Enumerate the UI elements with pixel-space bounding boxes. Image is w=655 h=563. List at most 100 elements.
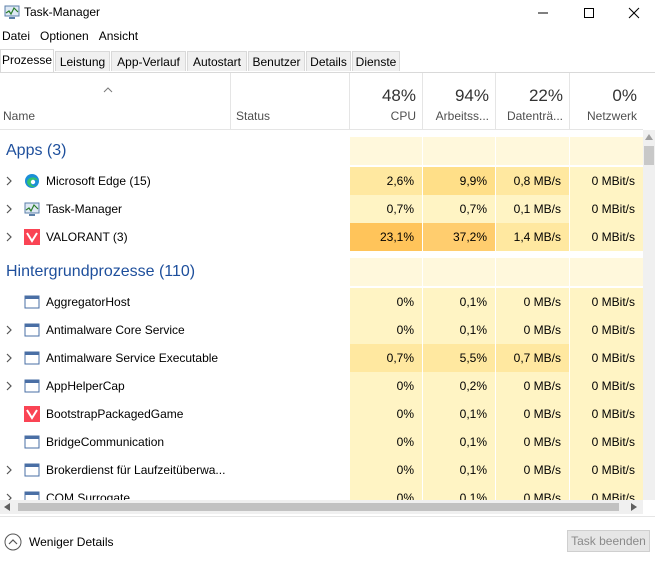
app-window-icon: [24, 295, 40, 309]
process-name: COM Surrogate: [46, 491, 131, 500]
menu-datei[interactable]: Datei: [0, 27, 36, 47]
valorant-icon: [24, 406, 40, 422]
chevron-right-icon[interactable]: [4, 493, 14, 500]
disk-cell: 0 MB/s: [495, 316, 569, 344]
network-cell: 0 MBit/s: [569, 428, 643, 456]
memory-cell: 0,1%: [422, 316, 495, 344]
table-row[interactable]: Task-Manager 0,7% 0,7% 0,1 MB/s 0 MBit/s: [0, 195, 643, 223]
disk-cell: 0,1 MB/s: [495, 195, 569, 223]
cpu-label: CPU: [390, 109, 416, 123]
menu-optionen[interactable]: Optionen: [38, 27, 95, 47]
table-row[interactable]: Microsoft Edge (15) 2,6% 9,9% 0,8 MB/s 0…: [0, 167, 643, 195]
memory-cell: 9,9%: [422, 167, 495, 195]
chevron-right-icon[interactable]: [4, 325, 14, 335]
process-name: Antimalware Core Service: [46, 323, 185, 337]
memory-cell: 0,1%: [422, 484, 495, 500]
table-row[interactable]: Antimalware Core Service 0% 0,1% 0 MB/s …: [0, 316, 643, 344]
vertical-scrollbar[interactable]: [643, 130, 655, 500]
end-task-button[interactable]: Task beenden: [567, 530, 650, 552]
process-name: Microsoft Edge (15): [46, 174, 151, 188]
tab-details[interactable]: Details: [306, 51, 351, 71]
tab-autostart[interactable]: Autostart: [187, 51, 247, 71]
sort-up-icon: [103, 87, 113, 93]
memory-label: Arbeitss...: [435, 109, 489, 123]
fewer-details-button[interactable]: Weniger Details: [4, 532, 113, 552]
menu-ansicht[interactable]: Ansicht: [97, 27, 144, 47]
group-title-apps: Apps (3): [6, 142, 67, 159]
column-status-label: Status: [236, 109, 271, 123]
close-button[interactable]: [612, 0, 655, 26]
table-row[interactable]: VALORANT (3) 23,1% 37,2% 1,4 MB/s 0 MBit…: [0, 223, 643, 251]
network-cell: [569, 137, 643, 165]
table-row[interactable]: BootstrapPackagedGame 0% 0,1% 0 MB/s 0 M…: [0, 400, 643, 428]
tab-benutzer[interactable]: Benutzer: [248, 51, 305, 71]
scroll-right-arrow-icon[interactable]: [631, 503, 637, 511]
group-row-background[interactable]: Hintergrundprozesse (110): [0, 258, 643, 286]
group-row-apps[interactable]: Apps (3): [0, 137, 643, 165]
table-row[interactable]: AppHelperCap 0% 0,2% 0 MB/s 0 MBit/s: [0, 372, 643, 400]
tab-leistung[interactable]: Leistung: [55, 51, 110, 71]
table-row[interactable]: Antimalware Service Executable 0,7% 5,5%…: [0, 344, 643, 372]
memory-cell: 0,2%: [422, 372, 495, 400]
chevron-right-icon[interactable]: [4, 353, 14, 363]
column-memory[interactable]: 94% Arbeitss...: [422, 73, 495, 129]
collapse-circle-icon: [4, 533, 22, 551]
chevron-right-icon[interactable]: [4, 176, 14, 186]
table-row[interactable]: COM Surrogate 0% 0,1% 0 MB/s 0 MBit/s: [0, 484, 643, 500]
group-title-background: Hintergrundprozesse (110): [6, 263, 196, 280]
tab-app-verlauf[interactable]: App-Verlauf: [111, 51, 186, 71]
minimize-button[interactable]: [520, 0, 566, 26]
memory-cell: [422, 258, 495, 286]
cpu-cell: 0%: [349, 484, 422, 500]
chevron-right-icon[interactable]: [4, 381, 14, 391]
cpu-cell: 0%: [349, 428, 422, 456]
cpu-cell: 0%: [349, 316, 422, 344]
task-manager-icon: [24, 202, 40, 216]
chevron-right-icon[interactable]: [4, 204, 14, 214]
column-cpu[interactable]: 48% CPU: [349, 73, 422, 129]
vertical-scroll-thumb[interactable]: [644, 146, 654, 165]
memory-cell: 0,1%: [422, 288, 495, 316]
chevron-right-icon[interactable]: [4, 465, 14, 475]
app-window-icon: [24, 463, 40, 477]
column-status[interactable]: Status: [230, 73, 349, 129]
disk-cell: [495, 258, 569, 286]
memory-cell: [422, 137, 495, 165]
column-name-label: Name: [3, 109, 36, 123]
process-name: Antimalware Service Executable: [46, 351, 219, 365]
valorant-icon: [24, 229, 40, 245]
cpu-cell: 23,1%: [349, 223, 422, 251]
fewer-details-label: Weniger Details: [29, 535, 114, 549]
network-label: Netzwerk: [586, 109, 637, 123]
disk-cell: 0,8 MB/s: [495, 167, 569, 195]
scroll-up-arrow-icon[interactable]: [645, 134, 653, 140]
disk-cell: 0 MB/s: [495, 456, 569, 484]
memory-cell: 0,1%: [422, 400, 495, 428]
tab-dienste[interactable]: Dienste: [352, 51, 400, 71]
column-header: Name Status 48% CPU 94% Arbeitss... 22% …: [0, 73, 643, 130]
tab-prozesse[interactable]: Prozesse: [0, 49, 54, 72]
app-window-icon: [24, 435, 40, 449]
column-network[interactable]: 0% Netzwerk: [569, 73, 643, 129]
memory-cell: 37,2%: [422, 223, 495, 251]
process-name: Task-Manager: [46, 202, 123, 216]
chevron-right-icon[interactable]: [4, 232, 14, 242]
table-row[interactable]: AggregatorHost 0% 0,1% 0 MB/s 0 MBit/s: [0, 288, 643, 316]
scroll-left-arrow-icon[interactable]: [4, 503, 10, 511]
network-percent: 0%: [612, 86, 637, 105]
cpu-cell: 0%: [349, 400, 422, 428]
memory-cell: 0,1%: [422, 456, 495, 484]
maximize-icon: [584, 8, 594, 18]
table-row[interactable]: Brokerdienst für Laufzeitüberwa... 0% 0,…: [0, 456, 643, 484]
disk-cell: 0 MB/s: [495, 288, 569, 316]
cpu-cell: 0,7%: [349, 195, 422, 223]
cpu-cell: 0,7%: [349, 344, 422, 372]
task-manager-app-icon: [4, 5, 20, 19]
horizontal-scroll-thumb[interactable]: [18, 503, 619, 511]
network-cell: 0 MBit/s: [569, 372, 643, 400]
column-disk[interactable]: 22% Datenträ...: [495, 73, 569, 129]
table-row[interactable]: BridgeCommunication 0% 0,1% 0 MB/s 0 MBi…: [0, 428, 643, 456]
menu-bar: Datei Optionen Ansicht: [0, 27, 146, 47]
column-name[interactable]: Name: [0, 73, 230, 129]
maximize-button[interactable]: [566, 0, 612, 26]
